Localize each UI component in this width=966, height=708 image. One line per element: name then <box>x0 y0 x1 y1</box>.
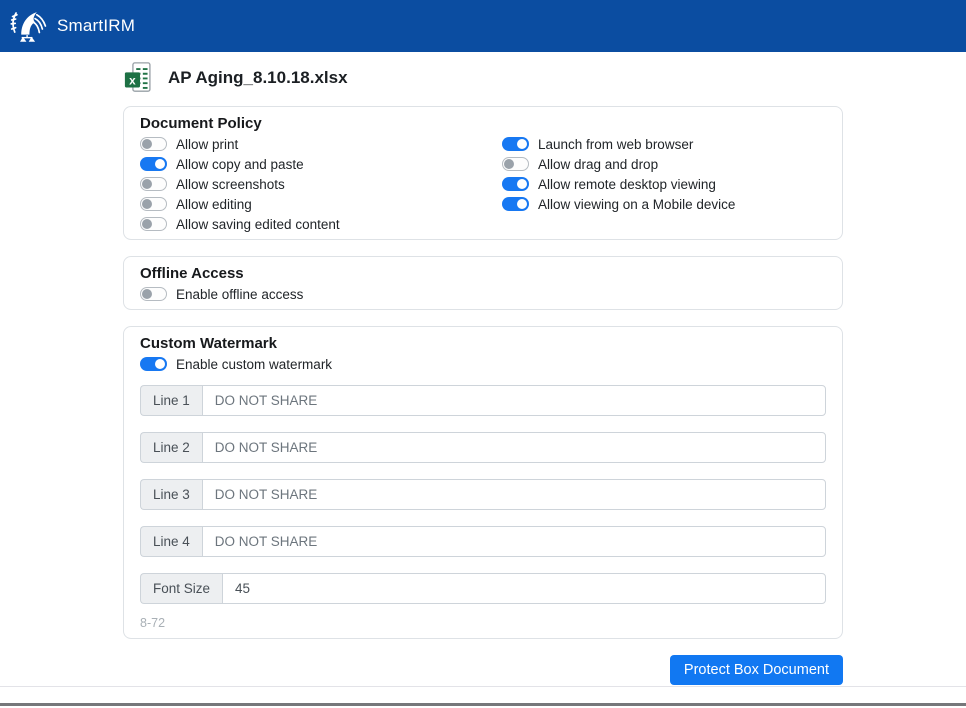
document-policy-title: Document Policy <box>140 115 826 133</box>
toggle-knob <box>504 159 514 169</box>
toggle-row-enable-offline-access: Enable offline access <box>140 287 826 301</box>
allow-editing-label: Allow editing <box>176 197 252 212</box>
toggle-knob <box>142 179 152 189</box>
toggle-row-allow-screenshots: Allow screenshots <box>140 177 502 191</box>
font-size-input[interactable] <box>222 573 826 604</box>
custom-watermark-title: Custom Watermark <box>140 335 826 353</box>
toggle-row-allow-drag-drop: Allow drag and drop <box>502 157 826 171</box>
offline-access-card: Offline Access Enable offline access <box>123 256 843 310</box>
toggle-row-allow-copy-paste: Allow copy and paste <box>140 157 502 171</box>
offline-access-title: Offline Access <box>140 265 826 283</box>
line-1-label: Line 1 <box>140 385 202 416</box>
line-2-label: Line 2 <box>140 432 202 463</box>
document-policy-card: Document Policy Allow print Allow copy a… <box>123 106 843 240</box>
watermark-line-2-group: Line 2 <box>140 432 826 463</box>
toggle-knob <box>142 199 152 209</box>
toggle-row-allow-saving-edited-content: Allow saving edited content <box>140 217 502 231</box>
toggle-knob <box>517 139 527 149</box>
watermark-line-3-group: Line 3 <box>140 479 826 510</box>
app-name: SmartIRM <box>57 16 135 36</box>
launch-from-web-browser-label: Launch from web browser <box>538 137 693 152</box>
watermark-line-4-group: Line 4 <box>140 526 826 557</box>
allow-saving-edited-content-toggle[interactable] <box>140 217 167 231</box>
watermark-line-1-group: Line 1 <box>140 385 826 416</box>
file-header: x AP Aging_8.10.18.xlsx <box>123 60 843 96</box>
allow-mobile-viewing-label: Allow viewing on a Mobile device <box>538 197 735 212</box>
allow-copy-paste-toggle[interactable] <box>140 157 167 171</box>
file-title: AP Aging_8.10.18.xlsx <box>168 68 348 88</box>
allow-remote-desktop-viewing-label: Allow remote desktop viewing <box>538 177 716 192</box>
toggle-row-allow-mobile-viewing: Allow viewing on a Mobile device <box>502 197 826 211</box>
font-size-hint: 8-72 <box>140 616 826 630</box>
allow-mobile-viewing-toggle[interactable] <box>502 197 529 211</box>
enable-custom-watermark-label: Enable custom watermark <box>176 357 332 372</box>
toggle-knob <box>142 139 152 149</box>
line-4-input[interactable] <box>202 526 826 557</box>
excel-file-icon: x <box>123 61 157 95</box>
toggle-knob <box>155 159 165 169</box>
toggle-knob <box>142 219 152 229</box>
toggle-row-allow-remote-desktop-viewing: Allow remote desktop viewing <box>502 177 826 191</box>
toggle-row-allow-print: Allow print <box>140 137 502 151</box>
watermark-inputs: Line 1 Line 2 Line 3 Line 4 Font Size 8-… <box>140 385 826 630</box>
line-3-input[interactable] <box>202 479 826 510</box>
line-2-input[interactable] <box>202 432 826 463</box>
toggle-row-launch-from-web-browser: Launch from web browser <box>502 137 826 151</box>
app-header: SmartIRM <box>0 0 966 52</box>
allow-drag-drop-toggle[interactable] <box>502 157 529 171</box>
allow-copy-paste-label: Allow copy and paste <box>176 157 304 172</box>
main-content: x AP Aging_8.10.18.xlsx Document Policy … <box>123 60 843 685</box>
toggle-knob <box>155 359 165 369</box>
line-3-label: Line 3 <box>140 479 202 510</box>
font-size-group: Font Size <box>140 573 826 604</box>
allow-screenshots-label: Allow screenshots <box>176 177 285 192</box>
allow-saving-edited-content-label: Allow saving edited content <box>176 217 340 232</box>
irs-eagle-logo-icon <box>10 8 48 44</box>
line-1-input[interactable] <box>202 385 826 416</box>
toggle-column-left: Allow print Allow copy and paste Allow s… <box>140 137 502 231</box>
actions-row: Protect Box Document <box>123 655 843 685</box>
allow-editing-toggle[interactable] <box>140 197 167 211</box>
toggle-knob <box>517 199 527 209</box>
enable-offline-access-label: Enable offline access <box>176 287 303 302</box>
custom-watermark-card: Custom Watermark Enable custom watermark… <box>123 326 843 639</box>
svg-text:x: x <box>129 73 136 87</box>
protect-box-document-button[interactable]: Protect Box Document <box>670 655 843 685</box>
allow-remote-desktop-viewing-toggle[interactable] <box>502 177 529 191</box>
footer-divider <box>0 686 966 687</box>
allow-drag-drop-label: Allow drag and drop <box>538 157 658 172</box>
toggle-row-allow-editing: Allow editing <box>140 197 502 211</box>
launch-from-web-browser-toggle[interactable] <box>502 137 529 151</box>
allow-print-toggle[interactable] <box>140 137 167 151</box>
line-4-label: Line 4 <box>140 526 202 557</box>
toggle-knob <box>142 289 152 299</box>
toggle-knob <box>517 179 527 189</box>
document-policy-toggles: Allow print Allow copy and paste Allow s… <box>140 137 826 231</box>
allow-screenshots-toggle[interactable] <box>140 177 167 191</box>
toggle-row-enable-custom-watermark: Enable custom watermark <box>140 357 826 371</box>
font-size-label: Font Size <box>140 573 222 604</box>
bottom-bar <box>0 703 966 706</box>
allow-print-label: Allow print <box>176 137 238 152</box>
enable-offline-access-toggle[interactable] <box>140 287 167 301</box>
toggle-column-right: Launch from web browser Allow drag and d… <box>502 137 826 231</box>
enable-custom-watermark-toggle[interactable] <box>140 357 167 371</box>
